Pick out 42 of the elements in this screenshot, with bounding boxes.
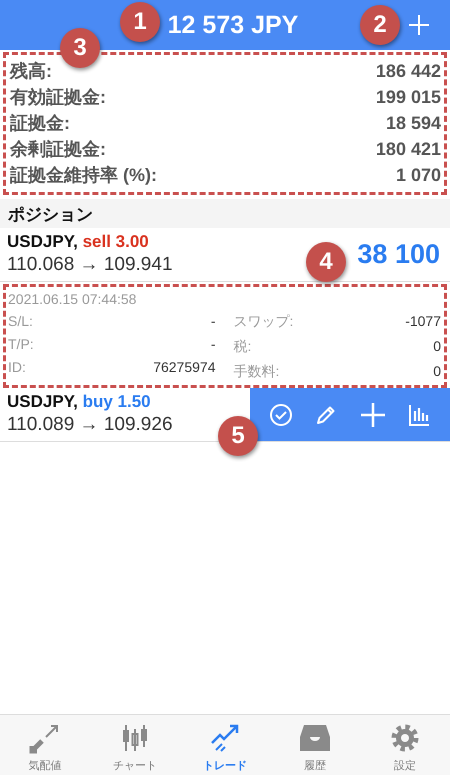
summary-value: 1 070 [396,164,441,186]
tab[interactable]: チャート [90,715,180,775]
detail-label: S/L: [8,313,33,329]
callout-badge: 4 [306,242,346,282]
position-symbol: USDJPY, sell 3.00 [7,232,150,252]
section-title: ポジション [8,205,93,224]
summary-label: 証拠金維持率 (%): [10,164,157,187]
plus-icon [408,14,430,36]
detail-label: スワップ: [234,313,294,331]
summary-value: 18 594 [386,112,441,134]
summary-value: 199 015 [376,86,441,108]
detail-value: 0 [433,363,441,381]
tab[interactable]: 設定 [360,715,450,775]
detail-label: 税: [234,338,252,356]
position-symbol: USDJPY, buy 1.50 [7,392,152,412]
bar-chart-icon [407,402,432,426]
plus-icon [360,402,386,428]
detail-value: - [210,336,216,352]
callout-badge: 5 [218,416,258,456]
detail-label: T/P: [8,336,34,352]
tab[interactable]: 気配値 [0,715,90,775]
summary-label: 有効証拠金: [10,86,106,109]
summary-value: 180 421 [376,138,441,160]
open-time: 2021.06.15 07:44:58 [8,291,138,307]
detail-value: 76275974 [153,359,216,375]
summary-label: 証拠金: [10,112,70,135]
position-profit: 38 100 [357,238,440,270]
tab[interactable]: 履歴 [270,715,360,775]
checkmark-circle-icon [268,402,293,426]
balance-title: 12 573 JPY [168,10,298,40]
tab[interactable]: トレード [180,715,270,775]
summary-label: 余剰証拠金: [10,138,106,161]
summary-label: 残高: [10,60,52,83]
position-prices: 110.089 → 109.926 [7,414,173,436]
position-prices: 110.068 → 109.941 [7,254,173,276]
detail-value: -1077 [405,313,441,331]
summary-value: 186 442 [376,60,441,82]
detail-label: 手数料: [234,363,280,381]
add-button[interactable] [408,14,430,36]
detail-label: ID: [8,359,26,375]
detail-value: 0 [433,338,441,356]
detail-value: - [210,313,216,329]
